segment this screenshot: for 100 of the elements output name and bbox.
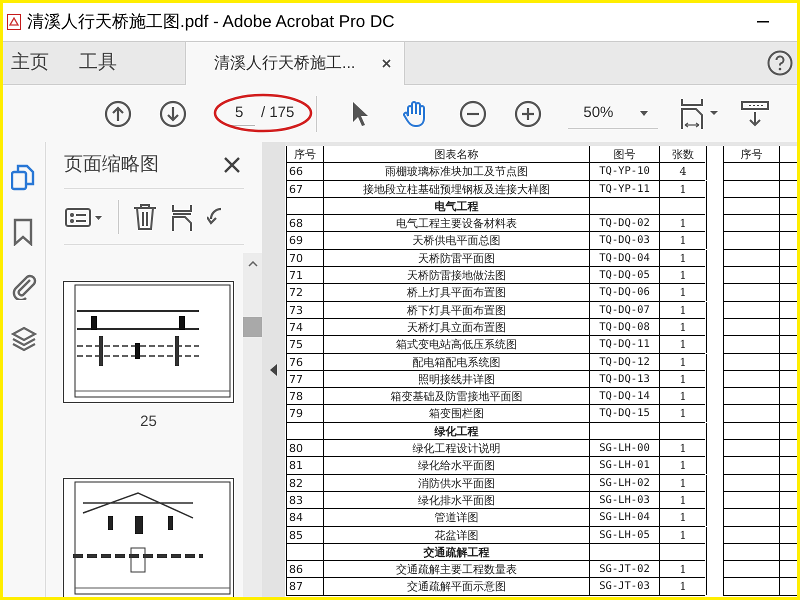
column-header: 图表名称 — [324, 146, 590, 163]
table-cell: 1 — [660, 232, 707, 250]
table-cell: TQ-DQ-04 — [590, 250, 660, 267]
column-header: 序号 — [287, 146, 324, 163]
scroll-mode-icon[interactable] — [740, 100, 770, 128]
page-thumbnail-drawing[interactable] — [63, 281, 234, 403]
close-icon[interactable] — [382, 59, 391, 68]
table-cell: SG-LH-05 — [590, 526, 660, 544]
scroll-thumb[interactable] — [243, 317, 262, 337]
paperclip-icon[interactable] — [11, 272, 37, 300]
document-tab[interactable]: 清溪人行天桥施工... — [185, 42, 405, 85]
column-header: 张数 — [660, 146, 707, 163]
dropdown-caret-icon — [640, 110, 648, 116]
panel-title: 页面缩略图 — [64, 152, 159, 177]
nav-tab[interactable]: 工具 — [79, 42, 117, 84]
table-cell: 4 — [660, 163, 707, 180]
table-cell: 绿化排水平面图 — [324, 492, 590, 509]
table-cell: TQ-DQ-12 — [590, 354, 660, 371]
table-cell: 84 — [287, 509, 324, 526]
page-number-field[interactable]: 5 — [227, 102, 255, 126]
close-icon[interactable] — [224, 157, 240, 173]
table-cell: 照明接线井详图 — [324, 370, 590, 388]
table-cell: 绿化工程设计说明 — [324, 440, 590, 458]
table-cell: 电气工程主要设备材料表 — [324, 215, 590, 232]
table-cell: 81 — [287, 457, 324, 474]
table-cell: 桥下灯具平面布置图 — [324, 302, 590, 319]
table-cell: 绿化给水平面图 — [324, 457, 590, 474]
table-cell: 1 — [660, 250, 707, 267]
table-cell: 1 — [660, 388, 707, 406]
help-icon[interactable] — [767, 50, 793, 76]
table-cell: 69 — [287, 232, 324, 250]
nav-tab[interactable]: 主页 — [11, 42, 49, 84]
table-cell: TQ-DQ-07 — [590, 302, 660, 319]
table-cell: TQ-DQ-11 — [590, 336, 660, 354]
layers-icon[interactable] — [11, 326, 37, 354]
table-cell: TQ-DQ-06 — [590, 284, 660, 302]
table-cell: 1 — [660, 492, 707, 509]
table-cell: TQ-DQ-15 — [590, 405, 660, 422]
table-cell: 1 — [660, 180, 707, 198]
table-cell: 77 — [287, 370, 324, 388]
table-cell: TQ-DQ-13 — [590, 370, 660, 388]
table-cell: SG-LH-04 — [590, 509, 660, 526]
table-cell: 1 — [660, 370, 707, 388]
table-cell: SG-LH-00 — [590, 440, 660, 458]
minimize-icon[interactable] — [757, 21, 769, 23]
scroll-up-icon[interactable] — [248, 261, 258, 267]
table-cell: 1 — [660, 267, 707, 284]
select-cursor-icon[interactable] — [351, 100, 370, 126]
column-header: 图号 — [590, 146, 660, 163]
table-cell: 71 — [287, 267, 324, 284]
table-cell: 雨棚玻璃标准块加工及节点图 — [324, 163, 590, 180]
table-cell: 1 — [660, 457, 707, 474]
page-down-icon[interactable] — [159, 100, 187, 128]
zoom-out-icon[interactable] — [459, 100, 488, 128]
extract-page-icon[interactable] — [171, 202, 193, 230]
table-cell: TQ-DQ-05 — [590, 267, 660, 284]
table-cell: 箱变围栏图 — [324, 405, 590, 422]
table-cell: 67 — [287, 180, 324, 198]
table-cell: 1 — [660, 561, 707, 578]
table-cell: 1 — [660, 474, 707, 492]
zoom-dropdown[interactable]: 50% — [568, 98, 658, 128]
table-cell: 76 — [287, 354, 324, 371]
table-cell: 1 — [660, 215, 707, 232]
table-cell: 80 — [287, 440, 324, 458]
table-cell: 管道详图 — [324, 509, 590, 526]
options-icon[interactable] — [64, 206, 104, 228]
table-cell: 85 — [287, 526, 324, 544]
table-cell: 花盆详图 — [324, 526, 590, 544]
trash-icon[interactable] — [133, 202, 157, 230]
table-cell: 1 — [660, 336, 707, 354]
table-cell: 1 — [660, 354, 707, 371]
section-heading: 交通疏解工程 — [324, 544, 590, 561]
table-cell: SG-JT-02 — [590, 561, 660, 578]
table-cell: 箱式变电站高低压系统图 — [324, 336, 590, 354]
table-cell: 交通疏解平面示意图 — [324, 578, 590, 596]
table-cell: 68 — [287, 215, 324, 232]
table-cell: 75 — [287, 336, 324, 354]
column-header: 序号 — [724, 146, 780, 163]
table-cell: 70 — [287, 250, 324, 267]
table-cell: 66 — [287, 163, 324, 180]
table-cell: 天桥防雷接地做法图 — [324, 267, 590, 284]
table-cell: TQ-YP-10 — [590, 163, 660, 180]
table-cell: 配电箱配电系统图 — [324, 354, 590, 371]
page-number-label: 25 — [140, 412, 157, 432]
table-cell: 1 — [660, 405, 707, 422]
table-cell: TQ-DQ-03 — [590, 232, 660, 250]
table-cell: 73 — [287, 302, 324, 319]
pages-icon[interactable] — [11, 164, 37, 192]
table-cell: 交通疏解主要工程数量表 — [324, 561, 590, 578]
collapse-arrow-icon[interactable] — [270, 364, 277, 376]
scrollbar[interactable] — [243, 253, 262, 597]
page-thumbnail-drawing[interactable] — [63, 478, 234, 597]
window-title: 清溪人行天桥施工图.pdf - Adobe Acrobat Pro DC — [27, 11, 395, 34]
fit-page-icon[interactable] — [680, 98, 720, 128]
page-up-icon[interactable] — [104, 100, 132, 128]
table-cell: 78 — [287, 388, 324, 406]
section-heading: 电气工程 — [324, 198, 590, 215]
zoom-in-icon[interactable] — [514, 100, 542, 128]
table-cell: 86 — [287, 561, 324, 578]
table-cell: TQ-DQ-02 — [590, 215, 660, 232]
